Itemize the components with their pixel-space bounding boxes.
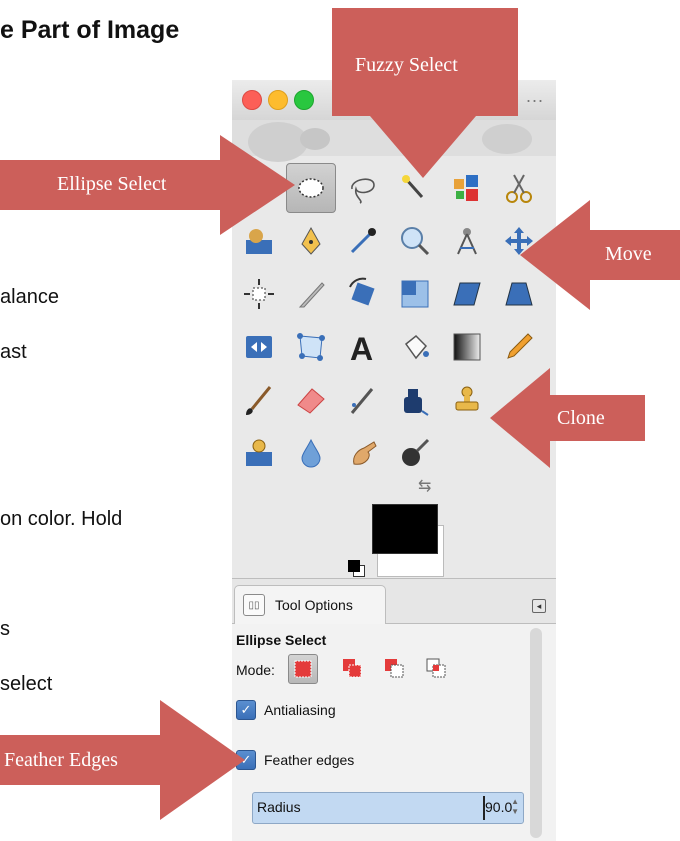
rotate-tool[interactable] — [338, 269, 388, 319]
tool-options-body: Ellipse Select Mode: ✓ Antialiasing ✓ Fe… — [232, 623, 556, 841]
ellipse-select-label: Ellipse Select — [57, 173, 167, 195]
mode-intersect-button[interactable] — [422, 654, 450, 682]
dodge-burn-tool[interactable] — [390, 428, 440, 478]
mode-subtract-button[interactable] — [380, 654, 408, 682]
paintbrush-tool[interactable] — [234, 375, 284, 425]
document-line-1: alance — [0, 286, 59, 308]
document-line-4: s — [0, 618, 10, 640]
scale-tool[interactable] — [390, 269, 440, 319]
smudge-tool[interactable] — [338, 428, 388, 478]
radius-value: 90.0 — [485, 799, 513, 815]
pen-nib-icon — [301, 226, 321, 255]
dodge-burn-icon — [402, 438, 430, 466]
ink-tool[interactable] — [390, 375, 440, 425]
close-window-button[interactable] — [242, 90, 262, 110]
tool-options-tab-icon: ▯▯ — [243, 594, 265, 616]
cage-icon — [297, 333, 325, 361]
rotate-icon — [349, 277, 375, 306]
panel-menu-icon[interactable]: ◂ — [532, 599, 546, 613]
radius-label: Radius — [257, 799, 301, 815]
compass-icon — [457, 228, 477, 255]
foreground-color-swatch[interactable] — [372, 504, 438, 554]
magnifier-icon — [401, 227, 430, 256]
bucket-fill-tool[interactable] — [390, 322, 440, 372]
mode-add-button[interactable] — [338, 654, 366, 682]
document-title: e Part of Image — [0, 16, 180, 44]
pencil-tool[interactable] — [494, 322, 544, 372]
airbrush-icon — [350, 388, 374, 414]
radius-stepper[interactable]: ▲ ▼ — [511, 797, 519, 817]
antialiasing-label: Antialiasing — [264, 702, 336, 718]
airbrush-tool[interactable] — [338, 375, 388, 425]
flip-tool[interactable] — [234, 322, 284, 372]
crop-tool[interactable] — [286, 269, 336, 319]
fuzzy-select-callout — [332, 8, 518, 178]
clone-tool[interactable] — [442, 375, 492, 425]
smudge-finger-icon — [353, 441, 377, 465]
align-icon — [244, 279, 274, 309]
tool-options-tab-label: Tool Options — [275, 597, 353, 613]
tool-options-title: Ellipse Select — [236, 632, 327, 648]
text-icon: A — [350, 331, 373, 364]
zoom-tool[interactable] — [390, 216, 440, 266]
shear-tool[interactable] — [442, 269, 492, 319]
measure-tool[interactable] — [442, 216, 492, 266]
svg-text:A: A — [350, 331, 373, 364]
blend-tool[interactable] — [442, 322, 492, 372]
ink-icon — [404, 389, 429, 416]
mode-subtract-icon — [385, 659, 404, 678]
zoom-window-button[interactable] — [294, 90, 314, 110]
antialiasing-option[interactable]: ✓ Antialiasing — [236, 700, 336, 720]
align-tool[interactable] — [234, 269, 284, 319]
cage-transform-tool[interactable] — [286, 322, 336, 372]
stamp-icon — [455, 386, 479, 411]
paint-bucket-icon — [404, 334, 429, 360]
clone-label: Clone — [557, 407, 605, 429]
swap-colors-icon[interactable]: ⇆ — [418, 476, 431, 496]
eraser-icon — [297, 388, 325, 414]
feather-radius-field[interactable]: Radius 90.0 ▲ ▼ — [252, 792, 524, 824]
tab-tool-options[interactable]: ▯▯ Tool Options — [234, 585, 386, 624]
knife-icon — [298, 282, 325, 308]
mode-replace-icon — [294, 660, 312, 678]
minimize-window-button[interactable] — [268, 90, 288, 110]
document-line-2: ast — [0, 341, 27, 363]
move-callout — [520, 200, 680, 310]
fuzzy-select-label: Fuzzy Select — [355, 54, 458, 76]
eraser-tool[interactable] — [286, 375, 336, 425]
heal-stamp-icon — [246, 439, 272, 466]
options-scrollbar[interactable] — [530, 628, 542, 838]
feather-edges-option[interactable]: ✓ Feather edges — [236, 750, 354, 770]
document-line-5: select — [0, 673, 53, 695]
feather-edges-label: Feather edges — [264, 752, 355, 768]
document-line-3: on color. Hold — [0, 508, 123, 530]
pencil-icon — [507, 333, 533, 359]
gradient-icon — [453, 333, 481, 361]
color-picker-tool[interactable] — [338, 216, 388, 266]
default-colors-icon[interactable] — [348, 560, 360, 572]
eyedropper-icon — [350, 228, 376, 254]
move-label: Move — [605, 243, 652, 265]
scale-icon — [401, 280, 429, 308]
paintbrush-icon — [246, 386, 272, 415]
flip-icon — [246, 336, 272, 358]
shear-icon — [453, 282, 481, 306]
tool-options-panel: Ellipse Select Mode: ✓ Antialiasing ✓ Fe… — [232, 578, 556, 841]
water-drop-icon — [301, 438, 321, 468]
heal-tool[interactable] — [234, 428, 284, 478]
feather-edges-label: Feather Edges — [4, 749, 118, 771]
mode-label: Mode: — [236, 662, 275, 678]
text-tool[interactable]: A — [338, 322, 388, 372]
mode-replace-button[interactable] — [288, 654, 318, 684]
mode-add-icon — [343, 659, 362, 678]
mode-intersect-icon — [426, 658, 446, 678]
blur-tool[interactable] — [286, 428, 336, 478]
